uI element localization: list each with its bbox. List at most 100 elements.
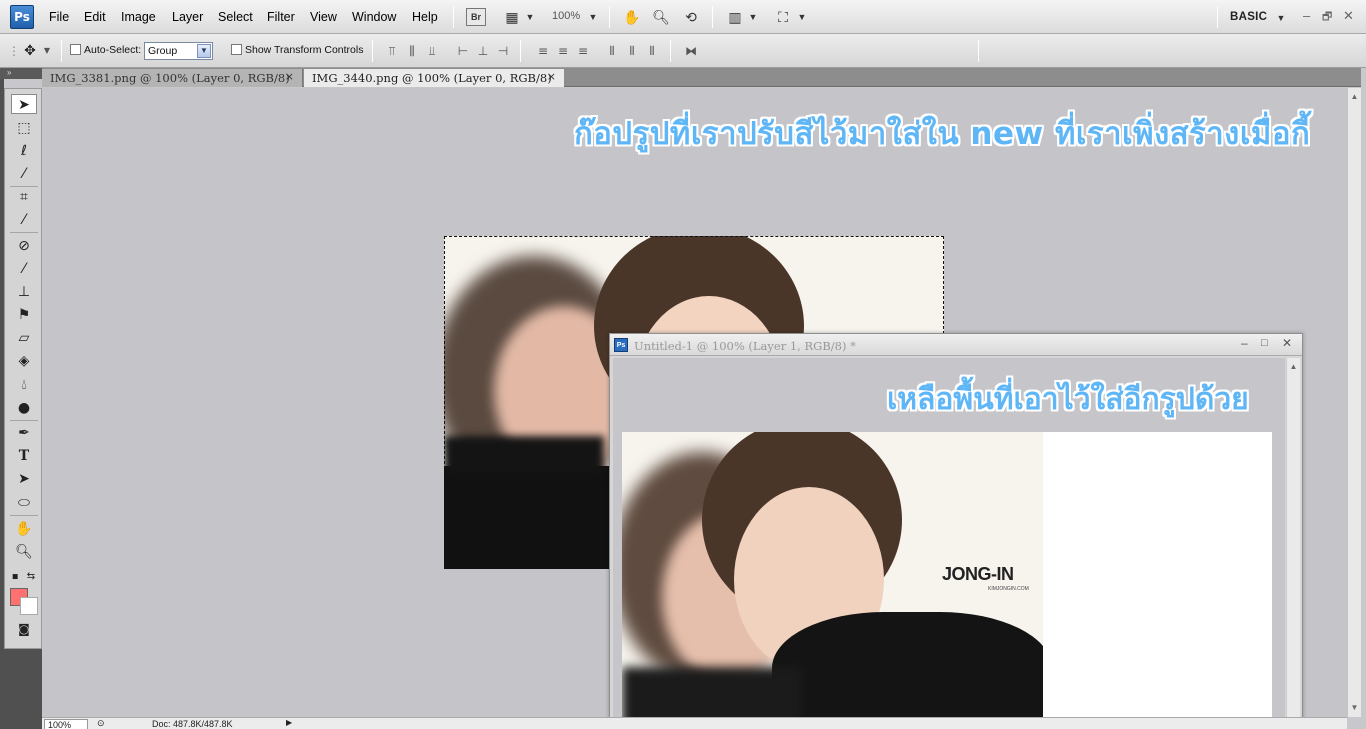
close-icon[interactable]: ✕ [1282,336,1292,350]
distribute-left-icon[interactable]: ⫴ [604,43,620,59]
status-menu-arrow-icon[interactable]: ▶ [286,718,292,727]
watermark-subtext: KIMJONGIN.COM [988,586,1029,592]
workspace-switcher[interactable]: BASIC [1230,11,1267,23]
blur-tool-icon[interactable]: 💧︎ [11,375,37,395]
type-tool-icon[interactable]: T [11,446,37,466]
menu-window[interactable]: Window [352,10,396,24]
tool-separator [10,420,38,421]
close-icon[interactable]: × [547,70,556,83]
scroll-up-icon[interactable]: ▲ [1348,90,1361,104]
healing-brush-tool-icon[interactable]: ⊘ [11,236,37,256]
floating-window-titlebar[interactable]: Ps Untitled-1 @ 100% (Layer 1, RGB/8) * … [610,334,1302,356]
dodge-tool-icon[interactable]: ● [11,398,37,418]
chevron-down-icon[interactable]: ▼ [748,8,758,26]
restore-icon[interactable]: 🗗 [1322,8,1332,27]
chevron-down-icon[interactable]: ▼ [588,8,598,26]
eraser-tool-icon[interactable]: ▱ [11,328,37,348]
move-tool-icon[interactable]: ➤ [11,94,37,114]
scroll-down-icon[interactable]: ▼ [1348,701,1361,715]
move-tool-icon[interactable]: ✥ [22,43,38,59]
close-icon[interactable]: ✕ [1343,8,1354,24]
bridge-button[interactable]: Br [466,8,486,26]
floating-document-window[interactable]: Ps Untitled-1 @ 100% (Layer 1, RGB/8) * … [609,333,1303,729]
clone-stamp-tool-icon[interactable]: ⊥ [11,282,37,302]
show-transform-checkbox[interactable] [231,44,242,55]
path-selection-tool-icon[interactable]: ➤ [11,469,37,489]
chevron-down-icon[interactable]: ▼ [525,8,535,26]
screen-mode-icon[interactable]: ⛶ [773,8,793,26]
background-color-swatch[interactable] [20,597,38,615]
document-tab-strip: IMG_3381.png @ 100% (Layer 0, RGB/8) × I… [42,68,1361,87]
chevron-down-icon[interactable]: ▼ [797,8,807,26]
tools-panel-header[interactable]: » [0,68,42,79]
pen-tool-icon[interactable]: ✒ [11,423,37,443]
chevron-down-icon[interactable]: ▼ [1276,9,1286,27]
floating-canvas[interactable]: เหลือพื้นที่เอาไว้ใส่อีกรูปด้วย JONG-IN … [613,358,1285,728]
rotate-view-icon[interactable]: ⟲ [681,8,701,26]
hand-tool-icon[interactable]: ✋ [622,8,642,26]
magic-wand-tool-icon[interactable]: ⁄ [11,164,37,184]
pasted-photo[interactable]: JONG-IN KIMJONGIN.COM [622,432,1043,728]
ellipse-tool-icon[interactable]: ⬭ [11,493,37,513]
brush-tool-icon[interactable]: ⁄ [11,259,37,279]
distribute-top-icon[interactable]: ≡ [535,43,551,59]
menu-help[interactable]: Help [412,10,438,24]
photo-shadow [444,436,604,476]
chevron-down-icon[interactable]: ▼ [42,43,52,59]
screen-mode-icon[interactable]: ▦ [502,8,522,26]
photo-jacket [772,612,1043,728]
tab-img-3440[interactable]: IMG_3440.png @ 100% (Layer 0, RGB/8) × [304,69,564,87]
close-icon[interactable]: × [285,70,294,83]
minimize-icon[interactable]: – [1303,8,1310,23]
chevron-down-icon[interactable]: ▼ [197,44,211,58]
distribute-vcenter-icon[interactable]: ≡ [555,43,571,59]
distribute-hcenter-icon[interactable]: ⫴ [624,43,640,59]
default-colors-icon[interactable]: ◾ [9,567,21,587]
auto-select-checkbox[interactable] [70,44,81,55]
menu-image[interactable]: Image [121,10,156,24]
status-info-icon[interactable]: ⊙ [97,718,105,729]
crop-tool-icon[interactable]: ⌗ [11,187,37,207]
align-bottom-icon[interactable]: ⫫ [424,43,440,59]
marquee-tool-icon[interactable]: ⬚ [11,118,37,138]
swap-colors-icon[interactable]: ⇆ [25,567,37,587]
floating-scrollbar[interactable]: ▲ [1286,358,1300,728]
menu-filter[interactable]: Filter [267,10,295,24]
auto-select-dropdown[interactable]: Group ▼ [144,42,213,60]
menu-layer[interactable]: Layer [172,10,203,24]
hand-tool-icon[interactable]: ✋ [11,519,37,539]
align-right-icon[interactable]: ⊣ [495,43,511,59]
menu-view[interactable]: View [310,10,337,24]
paint-bucket-tool-icon[interactable]: ◈ [11,351,37,371]
zoom-tool-icon[interactable]: 🔍︎ [11,542,37,562]
options-bar: ⋮ ✥ ▼ Auto-Select: Group ▼ Show Transfor… [0,34,1366,68]
tab-img-3381[interactable]: IMG_3381.png @ 100% (Layer 0, RGB/8) × [42,69,303,87]
zoom-tool-icon[interactable]: 🔍︎ [651,8,671,26]
distribute-right-icon[interactable]: ⫴ [644,43,660,59]
align-vcenter-icon[interactable]: ⫼ [404,43,420,59]
maximize-icon[interactable]: □ [1261,337,1268,349]
history-brush-tool-icon[interactable]: ⚑ [11,305,37,325]
quick-mask-icon[interactable]: ◙ [11,619,37,639]
minimize-icon[interactable]: – [1241,336,1248,350]
eyedropper-tool-icon[interactable]: ⁄ [11,210,37,230]
distribute-bottom-icon[interactable]: ≡ [575,43,591,59]
tab-label: IMG_3440.png @ 100% (Layer 0, RGB/8) [312,71,552,85]
lasso-tool-icon[interactable]: ℓ [11,141,37,161]
new-document-canvas[interactable]: JONG-IN KIMJONGIN.COM [622,432,1272,728]
menu-separator [453,6,454,28]
zoom-level-display[interactable]: 100% [552,10,580,22]
auto-align-layers-icon[interactable]: ⧓ [683,43,699,59]
menu-select[interactable]: Select [218,10,253,24]
align-top-icon[interactable]: ⫪ [384,43,400,59]
scroll-up-icon[interactable]: ▲ [1287,360,1300,374]
photoshop-logo-icon: Ps [10,5,34,29]
status-zoom-field[interactable]: 100% [44,719,88,729]
arrange-documents-icon[interactable]: ▥ [725,8,745,26]
align-hcenter-icon[interactable]: ⊥ [475,43,491,59]
menu-edit[interactable]: Edit [84,10,106,24]
vertical-scrollbar[interactable]: ▲ ▼ [1347,88,1361,717]
menu-bar: Ps File Edit Image Layer Select Filter V… [0,0,1366,34]
align-left-icon[interactable]: ⊢ [455,43,471,59]
menu-file[interactable]: File [49,10,69,24]
